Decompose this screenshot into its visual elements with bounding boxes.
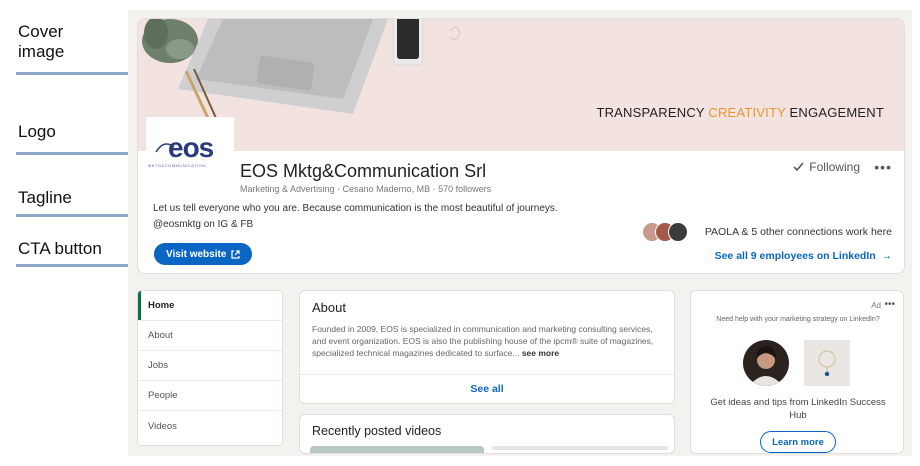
company-page-nav: Home About Jobs People Videos <box>137 290 283 446</box>
slogan-part-2: ENGAGEMENT <box>785 105 884 120</box>
external-link-icon <box>231 249 241 259</box>
about-body: Founded in 2009, EOS is specialized in c… <box>312 323 668 359</box>
nav-item-label: About <box>148 330 173 341</box>
ad-help-text: Need help with your marketing strategy o… <box>716 316 880 323</box>
company-name: EOS Mktg&Communication Srl <box>240 161 487 181</box>
logo-subtext: MKTG&COMMUNICATION <box>148 163 206 168</box>
annotation-cta-text: CTA button <box>18 239 102 258</box>
nav-item-label: People <box>148 390 178 401</box>
video-caption-placeholder <box>492 446 668 450</box>
see-all-employees-link[interactable]: See all 9 employees on LinkedIn → <box>715 250 892 262</box>
slogan-part-1: TRANSPARENCY <box>596 105 709 120</box>
see-all-button[interactable]: See all <box>300 383 674 395</box>
recent-videos-card: Recently posted videos <box>299 414 675 454</box>
company-top-card: TRANSPARENCY CREATIVITY ENGAGEMENT eos M… <box>137 18 905 274</box>
person-photo <box>749 346 783 386</box>
annotation-tagline: Tagline <box>18 188 72 208</box>
company-tagline: Let us tell everyone who you are. Becaus… <box>153 203 558 230</box>
laptop-illustration <box>178 19 388 114</box>
company-meta: Marketing & Advertising · Cesano Maderno… <box>240 184 492 194</box>
videos-title: Recently posted videos <box>312 424 442 438</box>
nav-item-home[interactable]: Home <box>138 291 282 321</box>
ad-label: Ad <box>871 301 881 310</box>
see-more-link[interactable]: see more <box>522 348 559 358</box>
nav-item-label: Videos <box>148 420 177 432</box>
about-title: About <box>312 300 346 315</box>
lightbulb-tile <box>804 340 850 386</box>
nav-item-label: Home <box>148 300 175 311</box>
learn-more-button[interactable]: Learn more <box>760 431 836 453</box>
about-text: Founded in 2009, EOS is specialized in c… <box>312 324 654 358</box>
plant-illustration <box>142 19 198 63</box>
lightbulb-icon <box>818 350 836 377</box>
nav-item-videos[interactable]: Videos <box>138 411 282 441</box>
checkmark-icon <box>793 162 804 172</box>
ad-card: Ad ••• Need help with your marketing str… <box>690 290 904 454</box>
annotation-logo: Logo <box>18 122 56 142</box>
see-all-employees-label: See all 9 employees on LinkedIn <box>714 250 876 262</box>
more-options-icon[interactable]: ••• <box>874 159 892 175</box>
cover-illustration <box>142 19 461 132</box>
phone-illustration <box>392 19 424 66</box>
ad-copy: Get ideas and tips from LinkedIn Success… <box>710 397 886 421</box>
about-card: About Founded in 2009, EOS is specialize… <box>299 290 675 404</box>
following-label: Following <box>809 160 860 174</box>
nav-item-about[interactable]: About <box>138 321 282 351</box>
connection-avatars[interactable] <box>642 222 690 244</box>
video-thumbnail[interactable] <box>310 446 484 453</box>
cover-image: TRANSPARENCY CREATIVITY ENGAGEMENT <box>138 19 904 151</box>
annotation-cta: CTA button <box>18 239 102 259</box>
avatar <box>668 222 688 242</box>
nav-item-label: Jobs <box>148 360 169 371</box>
visit-website-label: Visit website <box>166 248 227 260</box>
connections-text[interactable]: PAOLA & 5 other connections work here <box>705 226 892 238</box>
ad-more-options-icon[interactable]: ••• <box>884 299 895 310</box>
nav-item-jobs[interactable]: Jobs <box>138 351 282 381</box>
annotation-cover-image: Cover image <box>18 22 108 62</box>
nav-item-people[interactable]: People <box>138 381 282 411</box>
visit-website-button[interactable]: Visit website <box>154 243 253 265</box>
cover-slogan: TRANSPARENCY CREATIVITY ENGAGEMENT <box>596 105 884 120</box>
logo-wordmark: eos <box>168 132 214 163</box>
annotation-tagline-text: Tagline <box>18 188 72 207</box>
annotation-logo-text: Logo <box>18 122 56 141</box>
following-button[interactable]: Following <box>793 160 860 174</box>
annotation-cover-image-text: Cover image <box>18 22 65 61</box>
avatar <box>743 340 789 386</box>
slogan-accent: CREATIVITY <box>708 105 786 120</box>
divider <box>300 374 674 375</box>
arrow-right-icon: → <box>878 250 892 262</box>
